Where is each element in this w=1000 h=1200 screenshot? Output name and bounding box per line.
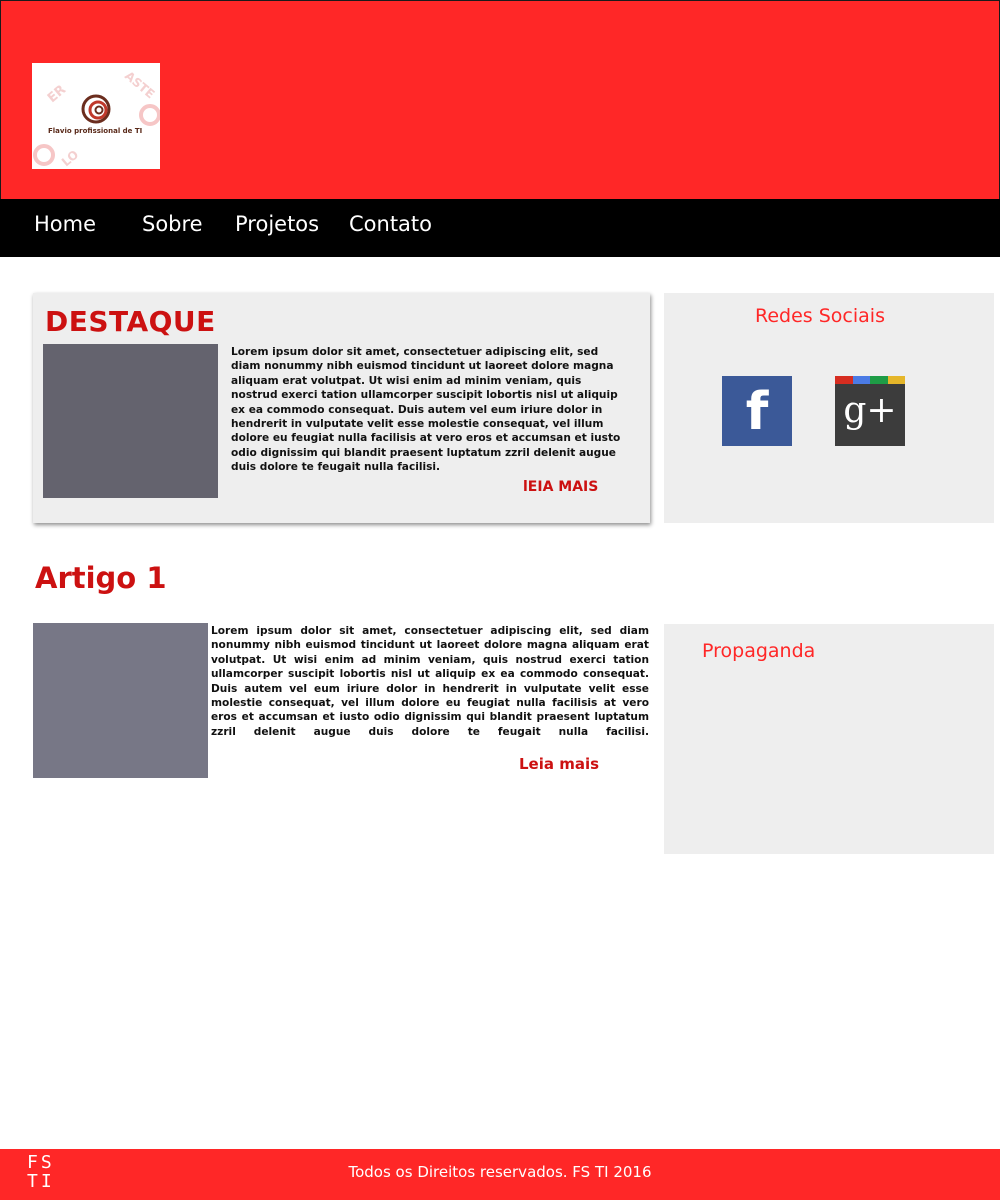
svg-text:ASTE: ASTE [122, 69, 157, 102]
ad-panel-title: Propaganda [702, 640, 816, 662]
facebook-glyph: f [745, 382, 769, 442]
footer-copyright: Todos os Direitos reservados. FS TI 2016 [348, 1163, 652, 1181]
site-header: ER ASTE LO Flavio profissional de TI [0, 0, 1000, 199]
facebook-icon[interactable]: f [722, 376, 792, 446]
nav-item-home[interactable]: Home [34, 212, 96, 236]
article-text: Lorem ipsum dolor sit amet, consectetuer… [211, 625, 649, 738]
google-plus-bar-red [835, 376, 853, 384]
google-plus-bar-green [870, 376, 888, 384]
featured-title: DESTAQUE [45, 305, 216, 338]
ad-panel: Propaganda [664, 624, 994, 854]
social-panel: Redes Sociais f g+ [664, 293, 994, 523]
article-title: Artigo 1 [35, 561, 167, 595]
nav-item-contato[interactable]: Contato [349, 212, 432, 236]
google-plus-bar-blue [852, 376, 870, 384]
featured-read-more-link[interactable]: lEIA MAIS [523, 479, 598, 495]
main-nav: Home Sobre Projetos Contato [0, 199, 1000, 257]
site-logo[interactable]: ER ASTE LO Flavio profissional de TI [32, 63, 160, 169]
page: ER ASTE LO Flavio profissional de TI Hom… [0, 0, 1000, 1200]
featured-image-placeholder [43, 344, 218, 498]
logo-caption: Flavio profissional de TI [48, 127, 143, 135]
featured-text: Lorem ipsum dolor sit amet, consectetuer… [231, 346, 621, 474]
nav-item-sobre[interactable]: Sobre [142, 212, 203, 236]
google-plus-glyph: g+ [843, 390, 897, 431]
article-read-more-link[interactable]: Leia mais [519, 755, 599, 773]
nav-item-projetos[interactable]: Projetos [235, 212, 319, 236]
site-footer: FS TI Todos os Direitos reservados. FS T… [0, 1149, 1000, 1200]
google-plus-bar-yellow [887, 376, 905, 384]
google-plus-icon[interactable]: g+ [835, 376, 905, 446]
svg-text:ER: ER [45, 82, 69, 106]
logo-emblem-icon: ER ASTE LO [33, 69, 160, 169]
svg-text:LO: LO [59, 147, 81, 169]
social-panel-title: Redes Sociais [755, 305, 885, 327]
featured-panel: DESTAQUE Lorem ipsum dolor sit amet, con… [33, 293, 650, 523]
article-image-placeholder [33, 623, 208, 778]
